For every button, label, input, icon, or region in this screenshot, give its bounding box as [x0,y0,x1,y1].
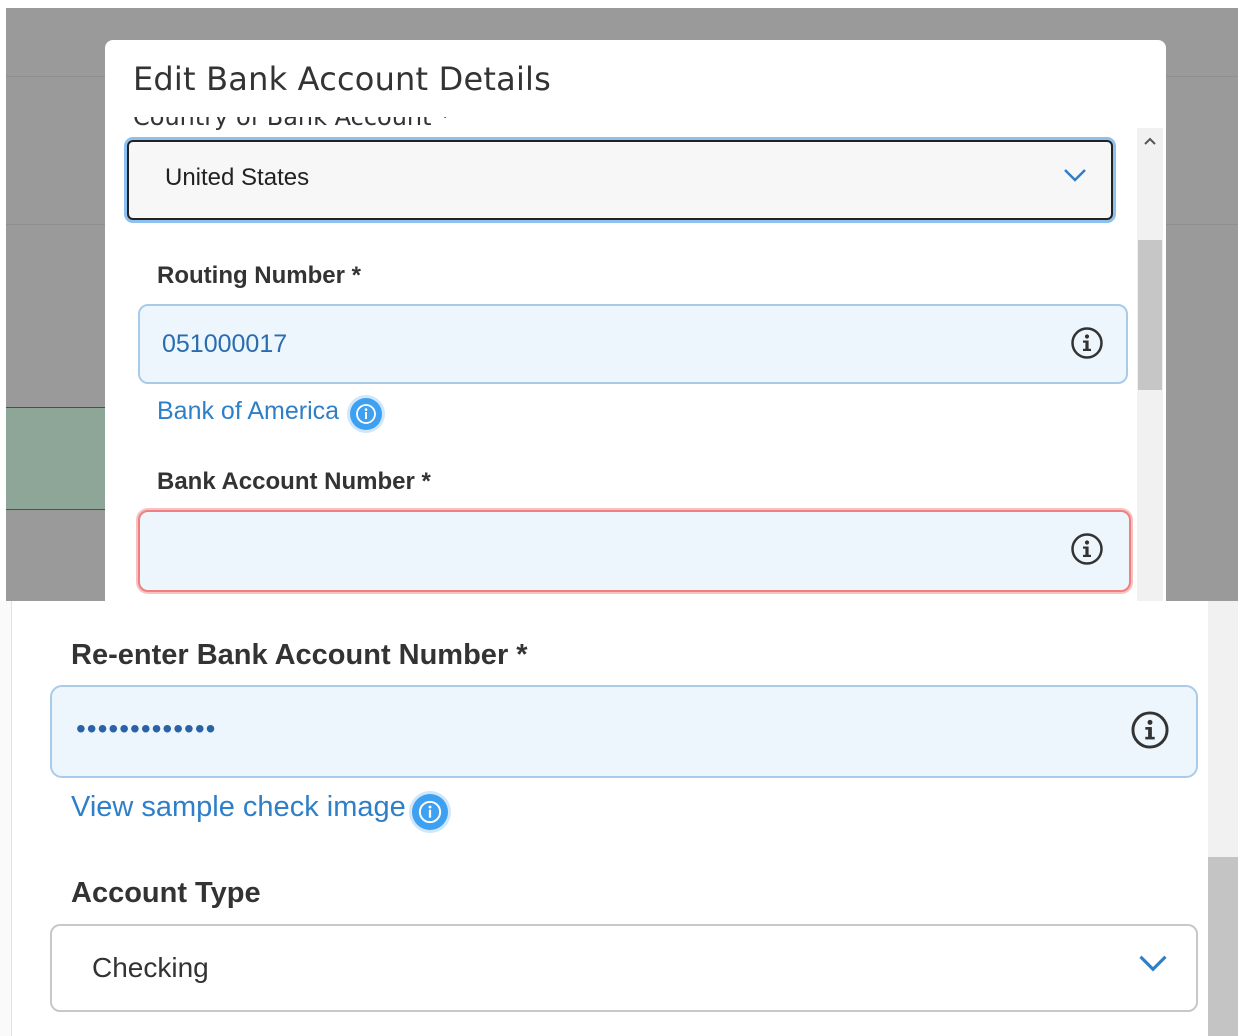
account-type-value: Checking [92,952,209,983]
account-type-select[interactable]: Checking [50,924,1198,1012]
bank-info-icon[interactable] [350,398,382,430]
panel-scrollbar-thumb[interactable] [1208,857,1238,1036]
chevron-down-icon [1064,169,1086,182]
modal-scrollbar-thumb[interactable] [1138,240,1162,390]
routing-number-label: Routing Number * [157,262,361,289]
info-icon[interactable] [1070,326,1104,360]
account-number-label: Bank Account Number * [157,468,431,495]
routing-number-input[interactable]: 051000017 [138,304,1128,384]
bank-name-text: Bank of America [157,397,340,425]
country-select[interactable]: United States [127,140,1113,220]
account-type-label: Account Type [71,877,261,909]
account-number-input[interactable] [138,510,1131,592]
sample-check-link[interactable]: View sample check image [71,791,406,824]
info-icon[interactable] [1070,532,1104,566]
top-panel: Edit Bank Account Details Country of Ban… [0,0,1238,601]
reenter-account-input[interactable]: ••••••••••••• [50,685,1198,778]
sample-check-info-icon[interactable] [412,794,448,830]
panel-left-edge [0,601,12,1036]
chevron-down-icon [1139,955,1167,972]
reenter-account-value: ••••••••••••• [76,713,217,744]
country-select-value: United States [165,164,310,191]
routing-number-value: 051000017 [162,330,288,358]
modal-title: Edit Bank Account Details [133,60,551,98]
reenter-account-label: Re-enter Bank Account Number * [71,639,528,671]
bottom-panel: Re-enter Bank Account Number * •••••••••… [0,601,1238,1036]
country-label-cut: Country of Bank Account * [133,117,452,131]
scroll-up-arrow-icon[interactable] [1139,130,1161,152]
backdrop-highlight-row [6,407,106,510]
edit-bank-modal: Edit Bank Account Details Country of Ban… [105,40,1166,601]
info-icon[interactable] [1130,710,1170,750]
